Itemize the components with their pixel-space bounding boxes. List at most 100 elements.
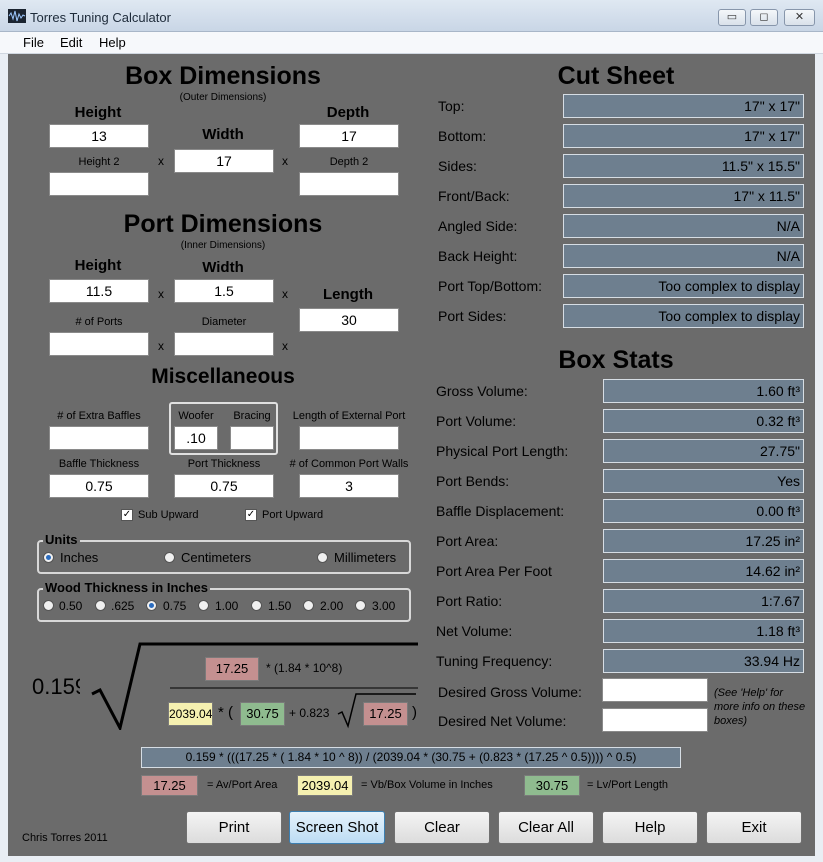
wood-075-label: 0.75 <box>163 599 187 613</box>
menu-bar: File Edit Help <box>0 32 823 54</box>
port-height-input[interactable]: 11.5 <box>49 279 149 303</box>
stat-netvol-label: Net Volume: <box>436 623 513 639</box>
clear-button[interactable]: Clear <box>394 811 490 844</box>
formula-numerator-text: * (1.84 * 10^8) <box>266 661 343 675</box>
box-width-label: Width <box>202 126 244 143</box>
common-walls-label: # of Common Port Walls <box>289 458 409 470</box>
multiply-sign: x <box>282 154 288 168</box>
formula-star-paren: * ( <box>218 704 233 721</box>
menu-edit[interactable]: Edit <box>60 35 82 50</box>
desired-volume-note: (See 'Help' for more info on these boxes… <box>714 687 806 727</box>
cut-angled-label: Angled Side: <box>438 218 518 234</box>
close-button[interactable]: ✕ <box>784 9 815 26</box>
cut-backheight-value: N/A <box>563 244 804 268</box>
port-diameter-label: Diameter <box>201 316 247 328</box>
external-port-input[interactable] <box>299 426 399 450</box>
port-upward-checkbox[interactable]: ✓ <box>245 509 257 521</box>
bracing-label: Bracing <box>233 410 271 422</box>
port-length-input[interactable]: 30 <box>299 308 399 332</box>
formula-lv-box: 30.75 <box>240 702 285 726</box>
port-width-input[interactable]: 1.5 <box>174 279 274 303</box>
cut-angled-value: N/A <box>563 214 804 238</box>
woofer-label: Woofer <box>178 410 214 422</box>
bracing-input[interactable] <box>230 426 274 450</box>
sub-upward-checkbox[interactable]: ✓ <box>121 509 133 521</box>
wood-050-label: 0.50 <box>59 599 83 613</box>
desired-net-label: Desired Net Volume: <box>438 713 567 729</box>
wood-0625-label: .625 <box>111 599 135 613</box>
box-dimensions-title: Box Dimensions <box>125 62 321 90</box>
box-height-input[interactable]: 13 <box>49 124 149 148</box>
port-thickness-label: Port Thickness <box>187 458 261 470</box>
legend-lv-box: 30.75 <box>524 775 580 796</box>
port-thickness-input[interactable]: 0.75 <box>174 474 274 498</box>
desired-net-input[interactable] <box>602 708 708 732</box>
wood-0625-radio[interactable] <box>95 600 106 611</box>
stat-portlen-value: 27.75" <box>603 439 804 463</box>
formula-plus-text: + 0.823 <box>289 706 330 720</box>
legend-av-label: = Av/Port Area <box>207 779 278 791</box>
baffle-thickness-label: Baffle Thickness <box>58 458 140 470</box>
stat-tuning-value: 33.94 Hz <box>603 649 804 673</box>
cut-sides-label: Sides: <box>438 158 477 174</box>
print-button[interactable]: Print <box>186 811 282 844</box>
sub-upward-label: Sub Upward <box>138 509 199 521</box>
units-millimeters-radio[interactable] <box>317 552 328 563</box>
external-port-label: Length of External Port <box>292 410 406 422</box>
maximize-button[interactable]: ◻ <box>750 9 778 26</box>
main-panel: Box Dimensions (Outer Dimensions) Height… <box>8 54 815 856</box>
cut-backheight-label: Back Height: <box>438 248 518 264</box>
box-height2-label: Height 2 <box>78 156 120 168</box>
wood-100-radio[interactable] <box>198 600 209 611</box>
menu-help[interactable]: Help <box>99 35 126 50</box>
port-length-label: Length <box>323 286 373 303</box>
ports-count-input[interactable] <box>49 332 149 356</box>
minimize-button[interactable]: ▭ <box>718 9 746 26</box>
units-inches-radio[interactable] <box>43 552 54 563</box>
help-button[interactable]: Help <box>602 811 698 844</box>
wood-150-label: 1.50 <box>268 599 292 613</box>
baffle-thickness-input[interactable]: 0.75 <box>49 474 149 498</box>
waveform-app-icon <box>8 9 26 23</box>
stat-areaperfoot-value: 14.62 in² <box>603 559 804 583</box>
stat-portlen-label: Physical Port Length: <box>436 443 569 459</box>
common-walls-input[interactable]: 3 <box>299 474 399 498</box>
wood-150-radio[interactable] <box>251 600 262 611</box>
desired-gross-input[interactable] <box>602 678 708 702</box>
formula-coefficient: 0.159 <box>32 674 80 699</box>
box-height2-input[interactable] <box>49 172 149 196</box>
clear-all-button[interactable]: Clear All <box>498 811 594 844</box>
box-stats-title: Box Stats <box>558 346 674 374</box>
formula-av2-box: 17.25 <box>363 702 408 726</box>
multiply-sign: x <box>282 339 288 353</box>
author-credit: Chris Torres 2011 <box>22 832 108 844</box>
stat-portvol-value: 0.32 ft³ <box>603 409 804 433</box>
extra-baffles-input[interactable] <box>49 426 149 450</box>
units-title: Units <box>43 532 80 547</box>
exit-button[interactable]: Exit <box>706 811 802 844</box>
cut-bottom-label: Bottom: <box>438 128 487 144</box>
multiply-sign: x <box>158 339 164 353</box>
cut-top-value: 17" x 17" <box>563 94 804 118</box>
wood-050-radio[interactable] <box>43 600 54 611</box>
cut-frontback-value: 17" x 11.5" <box>563 184 804 208</box>
wood-300-radio[interactable] <box>355 600 366 611</box>
wood-300-label: 3.00 <box>372 599 396 613</box>
units-centimeters-radio[interactable] <box>164 552 175 563</box>
legend-lv-label: = Lv/Port Length <box>587 779 669 791</box>
menu-file[interactable]: File <box>23 35 44 50</box>
woofer-input[interactable]: .10 <box>174 426 218 450</box>
screen-shot-button[interactable]: Screen Shot <box>289 811 385 844</box>
box-depth-input[interactable]: 17 <box>299 124 399 148</box>
units-millimeters-label: Millimeters <box>334 550 397 565</box>
multiply-sign: x <box>158 154 164 168</box>
wood-200-radio[interactable] <box>303 600 314 611</box>
box-depth-label: Depth <box>326 104 370 121</box>
box-width-input[interactable]: 17 <box>174 149 274 173</box>
port-diameter-input[interactable] <box>174 332 274 356</box>
misc-title: Miscellaneous <box>151 365 295 388</box>
box-depth2-input[interactable] <box>299 172 399 196</box>
stat-netvol-value: 1.18 ft³ <box>603 619 804 643</box>
cut-port-topbottom-value: Too complex to display <box>563 274 804 298</box>
wood-075-radio[interactable] <box>146 600 157 611</box>
